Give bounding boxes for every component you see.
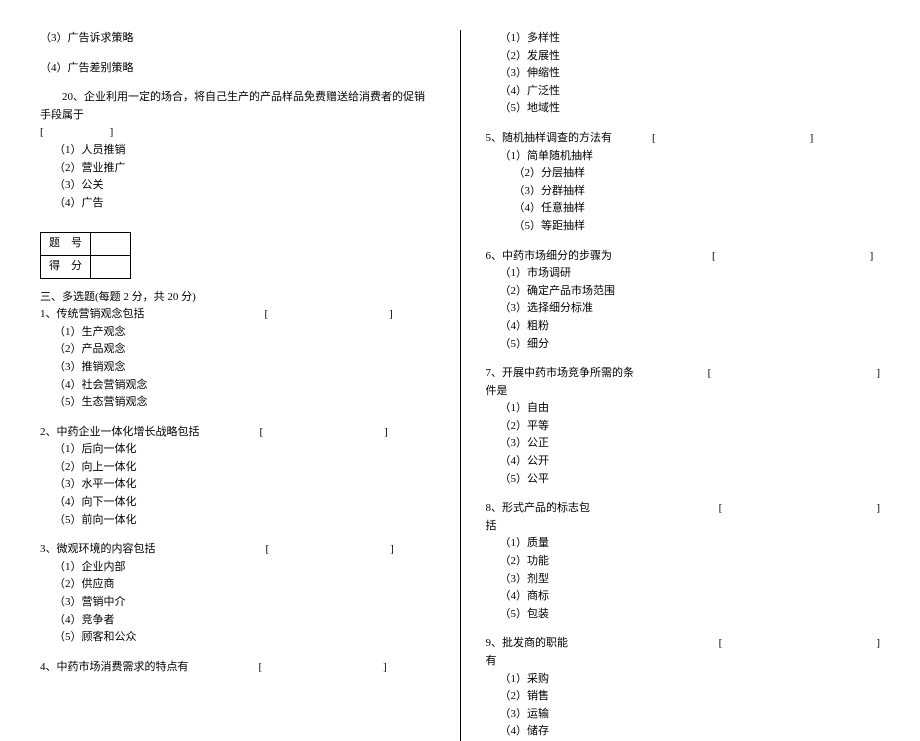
score-r1c1: 题 号: [41, 233, 91, 256]
q9-opt-1: （1）采购: [486, 671, 881, 689]
q7-bracket: [ ]: [708, 365, 880, 383]
score-r2c1: 得 分: [41, 255, 91, 278]
q6-opt-5: （5）细分: [486, 336, 881, 354]
q3-opt-2: （2）供应商: [40, 576, 435, 594]
q2-opt-1: （1）后向一体化: [40, 441, 435, 459]
q7: 7、开展中药市场竞争所需的条件是 [ ] （1）自由 （2）平等 （3）公正 （…: [486, 365, 881, 488]
q1-opt-2: （2）产品观念: [40, 341, 435, 359]
q8-bracket: [ ]: [719, 500, 880, 518]
score-r2c2: [91, 255, 131, 278]
q1-opt-5: （5）生态营销观念: [40, 394, 435, 412]
q1-opt-3: （3）推销观念: [40, 359, 435, 377]
section-3-title: 三、多选题(每题 2 分，共 20 分): [40, 289, 435, 307]
q5-opt-3: （3）分群抽样: [486, 183, 881, 201]
q3-opt-3: （3）营销中介: [40, 594, 435, 612]
q6-opt-3: （3）选择细分标准: [486, 300, 881, 318]
pre-item-4: （4）广告差别策略: [40, 60, 435, 78]
q6-text: 6、中药市场细分的步骤为: [486, 248, 613, 266]
q2-text: 2、中药企业一体化增长战略包括: [40, 424, 200, 442]
q3-text: 3、微观环境的内容包括: [40, 541, 156, 559]
q1-opt-4: （4）社会营销观念: [40, 377, 435, 395]
q6-opt-4: （4）粗粉: [486, 318, 881, 336]
q8: 8、形式产品的标志包括 [ ] （1）质量 （2）功能 （3）剂型 （4）商标 …: [486, 500, 881, 623]
q5: 5、随机抽样调查的方法有 [ ] （1）简单随机抽样 （2）分层抽样 （3）分群…: [486, 130, 881, 236]
q20-opt-4: （4）广告: [40, 195, 435, 213]
q6-bracket: [ ]: [712, 248, 873, 266]
q3-bracket: [ ]: [266, 541, 394, 559]
q1-bracket: [ ]: [265, 306, 393, 324]
q4: 4、中药市场消费需求的特点有 [ ]: [40, 659, 435, 677]
q7-opt-2: （2）平等: [486, 418, 881, 436]
q4-text: 4、中药市场消费需求的特点有: [40, 659, 189, 677]
q4-opt-1: （1）多样性: [486, 30, 881, 48]
q2-opt-3: （3）水平一体化: [40, 476, 435, 494]
q5-opt-5: （5）等距抽样: [486, 218, 881, 236]
q20-opt-1: （1）人员推销: [40, 142, 435, 160]
q7-text: 7、开展中药市场竞争所需的条件是: [486, 365, 638, 400]
q20-text: 20、企业利用一定的场合，将自己生产的产品样品免费赠送给消费者的促销手段属于: [40, 89, 435, 124]
q9-text: 9、批发商的职能有: [486, 635, 579, 670]
pre-item-3: （3）广告诉求策略: [40, 30, 435, 48]
q6-opt-2: （2）确定产品市场范围: [486, 283, 881, 301]
q8-text: 8、形式产品的标志包括: [486, 500, 599, 535]
left-column: （3）广告诉求策略 （4）广告差别策略 20、企业利用一定的场合，将自己生产的产…: [40, 30, 455, 741]
q9-bracket: [ ]: [719, 635, 880, 653]
q4-opt-2: （2）发展性: [486, 48, 881, 66]
q4-opt-3: （3）伸缩性: [486, 65, 881, 83]
q4-opt-5: （5）地域性: [486, 100, 881, 118]
q20: 20、企业利用一定的场合，将自己生产的产品样品免费赠送给消费者的促销手段属于 […: [40, 89, 435, 212]
page-columns: （3）广告诉求策略 （4）广告差别策略 20、企业利用一定的场合，将自己生产的产…: [40, 30, 880, 741]
q8-opt-1: （1）质量: [486, 535, 881, 553]
column-divider: [460, 30, 461, 741]
table-row: 题 号: [41, 233, 131, 256]
q2-bracket: [ ]: [260, 424, 388, 442]
q2-opt-2: （2）向上一体化: [40, 459, 435, 477]
q5-opt-4: （4）任意抽样: [486, 200, 881, 218]
q2-opt-5: （5）前向一体化: [40, 512, 435, 530]
q7-opt-1: （1）自由: [486, 400, 881, 418]
q20-bracket: [ ]: [40, 124, 435, 142]
q9: 9、批发商的职能有 [ ] （1）采购 （2）销售 （3）运输 （4）储存: [486, 635, 881, 741]
table-row: 得 分: [41, 255, 131, 278]
q5-opt-1: （1）简单随机抽样: [486, 148, 881, 166]
q2: 2、中药企业一体化增长战略包括 [ ] （1）后向一体化 （2）向上一体化 （3…: [40, 424, 435, 530]
q5-bracket: [ ]: [652, 130, 813, 148]
q9-opt-2: （2）销售: [486, 688, 881, 706]
q3-opt-1: （1）企业内部: [40, 559, 435, 577]
q1: 1、传统营销观念包括 [ ] （1）生产观念 （2）产品观念 （3）推销观念 （…: [40, 306, 435, 412]
q1-text: 1、传统营销观念包括: [40, 306, 145, 324]
q9-opt-3: （3）运输: [486, 706, 881, 724]
q4-bracket: [ ]: [259, 659, 387, 677]
q20-opt-2: （2）营业推广: [40, 160, 435, 178]
q8-opt-2: （2）功能: [486, 553, 881, 571]
score-table: 题 号 得 分: [40, 232, 131, 278]
q3: 3、微观环境的内容包括 [ ] （1）企业内部 （2）供应商 （3）营销中介 （…: [40, 541, 435, 647]
score-r1c2: [91, 233, 131, 256]
q7-opt-4: （4）公开: [486, 453, 881, 471]
q5-text: 5、随机抽样调查的方法有: [486, 130, 613, 148]
q7-opt-5: （5）公平: [486, 471, 881, 489]
q3-opt-5: （5）顾客和公众: [40, 629, 435, 647]
right-column: （1）多样性 （2）发展性 （3）伸缩性 （4）广泛性 （5）地域性 5、随机抽…: [466, 30, 881, 741]
q4-opt-4: （4）广泛性: [486, 83, 881, 101]
q9-opt-4: （4）储存: [486, 723, 881, 741]
q6: 6、中药市场细分的步骤为 [ ] （1）市场调研 （2）确定产品市场范围 （3）…: [486, 248, 881, 354]
q8-opt-5: （5）包装: [486, 606, 881, 624]
q8-opt-3: （3）剂型: [486, 571, 881, 589]
q3-opt-4: （4）竞争者: [40, 612, 435, 630]
q2-opt-4: （4）向下一体化: [40, 494, 435, 512]
q6-opt-1: （1）市场调研: [486, 265, 881, 283]
q5-opt-2: （2）分层抽样: [486, 165, 881, 183]
q4-options: （1）多样性 （2）发展性 （3）伸缩性 （4）广泛性 （5）地域性: [486, 30, 881, 118]
q1-opt-1: （1）生产观念: [40, 324, 435, 342]
q20-opt-3: （3）公关: [40, 177, 435, 195]
q8-opt-4: （4）商标: [486, 588, 881, 606]
q7-opt-3: （3）公正: [486, 435, 881, 453]
